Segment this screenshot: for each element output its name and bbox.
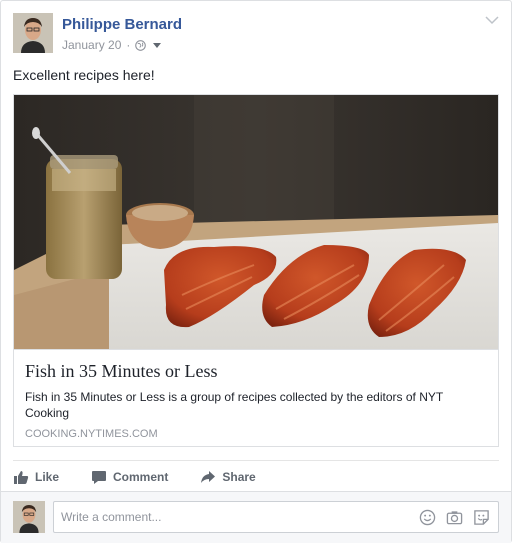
meta-separator: · xyxy=(126,38,131,52)
share-label: Share xyxy=(222,470,256,484)
link-preview-card[interactable]: Fish in 35 Minutes or Less Fish in 35 Mi… xyxy=(13,94,499,447)
post-text: Excellent recipes here! xyxy=(13,67,155,83)
link-preview-image[interactable] xyxy=(14,95,498,349)
author-avatar[interactable] xyxy=(13,13,53,53)
audience-dropdown-icon[interactable] xyxy=(153,42,162,48)
post-header: Philippe Bernard January 20 · xyxy=(13,13,499,55)
post-meta: January 20 · xyxy=(62,38,162,52)
share-icon xyxy=(201,471,216,483)
thumbs-up-icon xyxy=(14,471,29,484)
comment-button[interactable]: Comment xyxy=(91,469,168,485)
like-button[interactable]: Like xyxy=(13,469,59,485)
comment-input-icons xyxy=(419,509,490,526)
post-date[interactable]: January 20 xyxy=(62,38,121,52)
comment-composer xyxy=(1,491,511,543)
actions-divider xyxy=(13,460,499,461)
sticker-icon[interactable] xyxy=(473,509,490,526)
post-card: Philippe Bernard January 20 · Excellent … xyxy=(0,0,512,543)
comment-icon xyxy=(92,471,107,484)
globe-icon xyxy=(135,39,147,51)
like-label: Like xyxy=(35,470,60,484)
emoji-icon[interactable] xyxy=(419,509,436,526)
link-title[interactable]: Fish in 35 Minutes or Less xyxy=(25,361,218,382)
share-button[interactable]: Share xyxy=(200,469,256,485)
author-name[interactable]: Philippe Bernard xyxy=(62,16,182,33)
commenter-avatar[interactable] xyxy=(13,501,45,533)
chevron-down-icon[interactable] xyxy=(485,15,499,25)
comment-label: Comment xyxy=(113,470,169,484)
comment-input-wrapper xyxy=(53,501,499,533)
link-preview-body[interactable]: Fish in 35 Minutes or Less Fish in 35 Mi… xyxy=(14,349,498,447)
link-description: Fish in 35 Minutes or Less is a group of… xyxy=(25,390,443,420)
camera-icon[interactable] xyxy=(446,509,463,526)
post-actions: Like Comment Share xyxy=(13,466,256,488)
comment-input[interactable] xyxy=(54,502,401,532)
link-domain: COOKING.NYTIMES.COM xyxy=(25,428,158,440)
